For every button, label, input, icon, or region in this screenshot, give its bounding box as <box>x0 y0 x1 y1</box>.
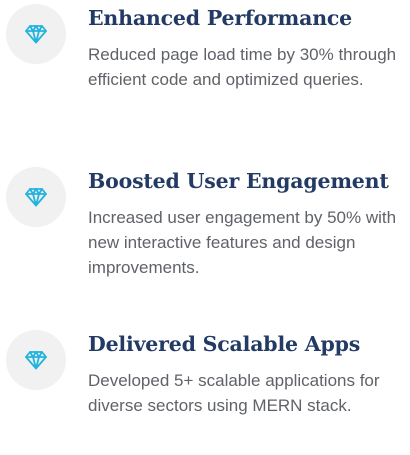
icon-badge <box>6 330 66 390</box>
achievement-description: Developed 5+ scalable applications for d… <box>88 371 380 415</box>
achievement-description: Increased user engagement by 50% with ne… <box>88 208 397 277</box>
diamond-icon <box>25 188 47 207</box>
diamond-icon <box>25 351 47 370</box>
icon-badge <box>6 167 66 227</box>
diamond-icon <box>25 25 47 44</box>
achievement-title: Boosted User Engagement <box>88 169 389 193</box>
achievement-title: Delivered Scalable Apps <box>88 332 361 356</box>
achievement-title: Enhanced Performance <box>88 6 353 30</box>
achievement-description: Reduced page load time by 30% through ef… <box>88 45 397 89</box>
icon-badge <box>6 4 66 64</box>
